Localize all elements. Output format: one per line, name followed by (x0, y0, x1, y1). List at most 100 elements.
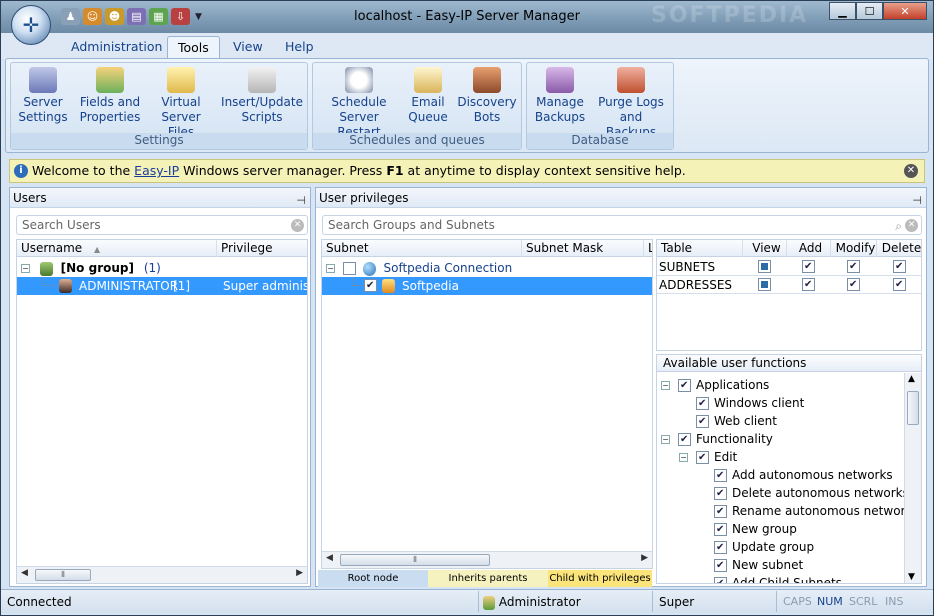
close-button[interactable]: ✕ (883, 2, 927, 20)
horizontal-scrollbar[interactable]: ◀ ⦀ ▶ (322, 551, 652, 568)
scroll-up-icon[interactable]: ▲ (908, 374, 915, 384)
close-info-icon[interactable]: ✕ (904, 164, 918, 178)
col-subnet-mask[interactable]: Subnet Mask (522, 240, 644, 257)
insert-update-scripts-button[interactable]: Insert/Update Scripts (221, 67, 303, 125)
function-item[interactable]: New subnet (697, 556, 803, 574)
function-item[interactable]: Add Child Subnets (697, 574, 842, 583)
scroll-thumb[interactable] (907, 391, 919, 425)
function-item[interactable]: Delete autonomous networks (697, 484, 909, 502)
function-checkbox[interactable] (714, 577, 727, 583)
collapse-icon[interactable]: − (661, 381, 670, 390)
virtual-server-files-button[interactable]: Virtual Server Files (149, 67, 213, 140)
pin-icon[interactable]: ⊣ (296, 191, 306, 211)
function-checkbox[interactable] (714, 505, 727, 518)
col-view[interactable]: View (743, 240, 787, 257)
group-label: Schedules and queues (313, 133, 521, 149)
modify-checkbox[interactable] (847, 278, 860, 291)
manage-backups-button[interactable]: Manage Backups (533, 67, 587, 125)
function-checkbox[interactable] (678, 433, 691, 446)
fields-properties-button[interactable]: Fields and Properties (77, 67, 143, 125)
subnet-root-row[interactable]: − Softpedia Connection (322, 259, 652, 277)
search-groups-input[interactable]: Search Groups and Subnets ⌕ ✕ (322, 215, 922, 235)
function-checkbox[interactable] (696, 415, 709, 428)
root-checkbox[interactable] (342, 262, 356, 275)
function-item[interactable]: New group (697, 520, 797, 538)
scroll-down-icon[interactable]: ▼ (908, 572, 915, 582)
minimize-button[interactable]: ▁ (829, 2, 856, 20)
table-row[interactable]: ADDRESSES (657, 276, 921, 294)
function-checkbox[interactable] (714, 541, 727, 554)
col-extra[interactable]: L (644, 240, 652, 257)
num-indicator: NUM (817, 595, 843, 608)
function-item[interactable]: Add autonomous networks (697, 466, 893, 484)
clear-search-icon[interactable]: ✕ (291, 219, 304, 232)
collapse-icon[interactable]: − (21, 264, 30, 273)
search-placeholder: Search Users (22, 218, 101, 232)
email-queue-button[interactable]: Email Queue (405, 67, 451, 125)
function-checkbox[interactable] (714, 469, 727, 482)
horizontal-scrollbar[interactable]: ◀ ⦀ ▶ (17, 566, 307, 583)
delete-checkbox[interactable] (893, 260, 906, 273)
col-delete[interactable]: Delete (877, 240, 921, 257)
panel-title: User privileges ⊣ (316, 188, 926, 208)
function-item[interactable]: − Applications (661, 376, 769, 394)
delete-checkbox[interactable] (893, 278, 906, 291)
purge-logs-button[interactable]: Purge Logs and Backups (593, 67, 669, 140)
function-checkbox[interactable] (678, 379, 691, 392)
subnet-child-row[interactable]: Softpedia (322, 277, 652, 295)
function-item[interactable]: Windows client (679, 394, 804, 412)
add-checkbox[interactable] (802, 278, 815, 291)
easy-ip-link[interactable]: Easy-IP (134, 163, 179, 178)
info-text: Welcome to the (32, 163, 135, 178)
scroll-thumb[interactable]: ⦀ (340, 554, 490, 566)
view-checkbox[interactable] (758, 278, 771, 291)
function-checkbox[interactable] (696, 397, 709, 410)
scroll-right-icon[interactable]: ▶ (296, 568, 303, 578)
scroll-left-icon[interactable]: ◀ (326, 553, 333, 563)
function-checkbox[interactable] (696, 451, 709, 464)
server-settings-button[interactable]: Server Settings (17, 67, 69, 125)
group-row[interactable]: − [No group] (1) (17, 259, 307, 277)
col-username[interactable]: Username ▲ (17, 240, 217, 257)
search-icon[interactable]: ⌕ (895, 217, 902, 235)
scroll-right-icon[interactable]: ▶ (641, 553, 648, 563)
scroll-thumb[interactable]: ⦀ (35, 569, 91, 581)
search-users-input[interactable]: Search Users ✕ (16, 215, 308, 235)
user-row[interactable]: ADMINISTRATOR [1] Super administrat (17, 277, 307, 295)
tab-view[interactable]: View (223, 36, 273, 59)
function-item[interactable]: Rename autonomous networks (697, 502, 919, 520)
add-checkbox[interactable] (802, 260, 815, 273)
collapse-icon[interactable]: − (326, 264, 335, 273)
table-row[interactable]: SUBNETS (657, 258, 921, 276)
title-bar: ♟ ☺ ☻ ▤ ▦ ⇩ ▼ localhost - Easy-IP Server… (1, 1, 933, 33)
collapse-icon[interactable]: − (679, 453, 688, 462)
function-item[interactable]: Web client (679, 412, 777, 430)
modify-checkbox[interactable] (847, 260, 860, 273)
discovery-bots-button[interactable]: Discovery Bots (457, 67, 517, 125)
function-item[interactable]: − Edit (679, 448, 737, 466)
function-item[interactable]: Update group (697, 538, 814, 556)
schedule-server-restart-button[interactable]: Schedule Server Restart (319, 67, 399, 140)
col-add[interactable]: Add (787, 240, 831, 257)
maximize-button[interactable]: ☐ (856, 2, 883, 20)
col-privilege[interactable]: Privilege (217, 240, 307, 257)
col-table[interactable]: Table (657, 240, 743, 257)
collapse-icon[interactable]: − (661, 435, 670, 444)
tab-help[interactable]: Help (275, 36, 324, 59)
col-modify[interactable]: Modify (831, 240, 877, 257)
function-item[interactable]: − Functionality (661, 430, 773, 448)
tab-administration[interactable]: Administration (61, 36, 172, 59)
function-checkbox[interactable] (714, 487, 727, 500)
pin-icon[interactable]: ⊣ (912, 191, 922, 211)
clear-search-icon[interactable]: ✕ (905, 219, 918, 232)
function-checkbox[interactable] (714, 523, 727, 536)
vertical-scrollbar[interactable]: ▲ ▼ (904, 373, 921, 583)
scroll-left-icon[interactable]: ◀ (21, 568, 28, 578)
child-checkbox[interactable] (364, 279, 377, 292)
col-subnet[interactable]: Subnet (322, 240, 522, 257)
tab-tools[interactable]: Tools (167, 36, 220, 59)
view-checkbox[interactable] (758, 260, 771, 273)
app-menu-button[interactable]: ✛ (11, 5, 51, 45)
function-checkbox[interactable] (714, 559, 727, 572)
legend-child: Child with privileges (548, 570, 652, 587)
